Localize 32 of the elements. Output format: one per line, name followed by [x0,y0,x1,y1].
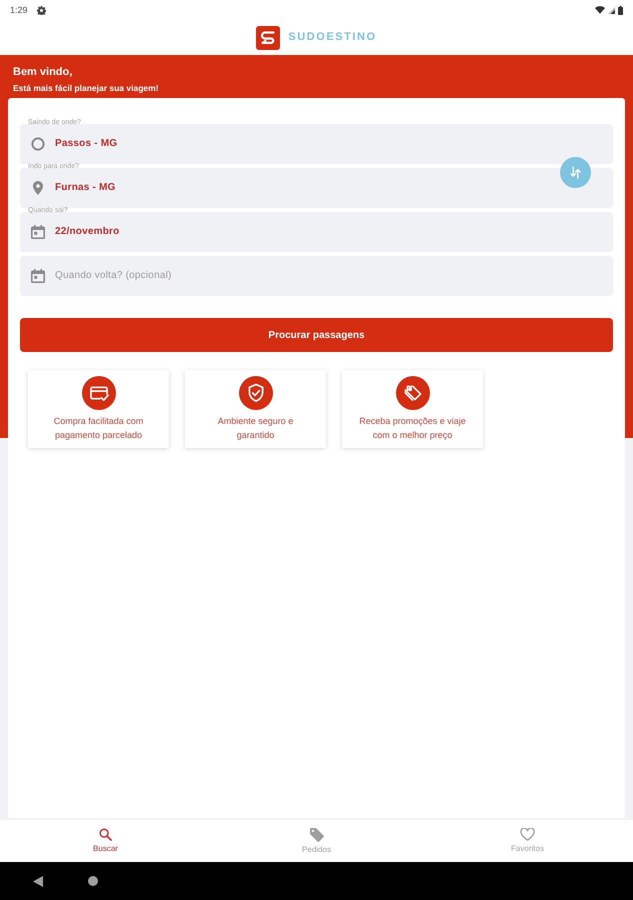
status-time: 1:29 [10,6,28,14]
home-icon[interactable] [88,876,98,886]
welcome-subtitle: Está mais fácil planejar sua viagem! [12,82,159,94]
calendar-icon [31,268,45,282]
ring-icon [31,136,45,150]
feature-text: Compra facilitada com pagamento parcelado [52,415,144,442]
nav-tab[interactable]: Pedidos [211,820,422,862]
search-icon [99,828,112,841]
calendar-icon [31,224,45,238]
gear-icon [36,6,46,14]
shield-check-icon [238,376,272,410]
input-field[interactable]: 22/novembro [20,212,613,251]
feature-text: Ambiente seguro e garantido [216,415,294,442]
tags-icon [396,376,430,410]
battery-icon [618,6,623,14]
back-icon[interactable] [33,876,43,886]
input-field[interactable]: Passos - MG [20,124,613,163]
search-button[interactable]: Procurar passagens [20,318,613,352]
nav-tab[interactable]: Buscar [0,820,211,862]
card-check-icon [82,376,116,410]
logo-icon [256,26,280,50]
feature-text: Receba promoções e viaje com o melhor preço [358,415,467,442]
wifi-icon [595,6,605,14]
heart-icon [520,828,535,841]
brand-name: SUDOESTINO [288,32,377,43]
input-field[interactable]: Quando volta? (opcional) [20,256,613,295]
swap-arrows-icon [570,166,581,179]
input-field[interactable]: Furnas - MG [20,168,613,207]
map-pin-icon [33,180,43,194]
welcome-title: Bem vindo, [12,65,72,79]
tag-icon [310,828,324,842]
signal-icon [608,6,615,14]
